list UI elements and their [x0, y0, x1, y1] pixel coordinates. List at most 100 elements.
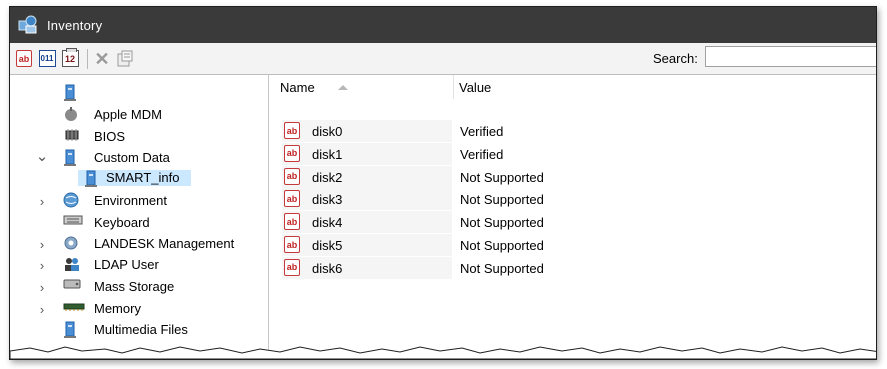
list-row[interactable]: ab disk2 Not Supported — [282, 165, 714, 188]
column-value-label: Value — [459, 79, 492, 95]
tree-item-environment[interactable]: › Environment — [10, 191, 266, 211]
gear-icon — [63, 235, 81, 253]
tree-item-memory[interactable]: › Memory — [10, 299, 266, 319]
tree-item-root[interactable] — [10, 83, 266, 103]
inventory-app-icon — [17, 14, 39, 36]
tree-item-smart-info[interactable]: SMART_info — [10, 169, 266, 189]
tree-item-apple-mdm[interactable]: Apple MDM — [10, 105, 266, 125]
row-name: disk0 — [312, 124, 343, 139]
tree-item-label: Keyboard — [94, 215, 150, 230]
title-bar: Inventory — [10, 7, 876, 43]
chevron-right-icon[interactable]: › — [36, 255, 48, 275]
tree-item-ldap-user[interactable]: › LDAP User — [10, 255, 266, 275]
properties-button[interactable] — [115, 49, 135, 69]
column-divider[interactable] — [453, 75, 454, 99]
row-name-cell-bg — [282, 165, 452, 188]
row-name: disk6 — [312, 260, 343, 276]
row-value: Verified — [460, 124, 504, 139]
tree-item-label: SMART_info — [78, 170, 192, 188]
list-row[interactable]: ab disk4 Not Supported — [282, 211, 714, 234]
tree-item-label: Apple MDM — [94, 107, 162, 122]
torn-edge — [10, 346, 876, 359]
add-binary-button[interactable]: 011 — [37, 49, 57, 69]
ab-string-icon: ab — [284, 236, 300, 253]
delete-button[interactable]: ✕ — [92, 49, 112, 69]
row-name-cell-bg — [282, 142, 452, 165]
chevron-right-icon[interactable]: › — [36, 277, 48, 297]
keyboard-icon — [63, 214, 83, 232]
row-name-cell-bg — [282, 120, 452, 142]
row-value: Not Supported — [460, 238, 544, 253]
globe-icon — [63, 192, 81, 210]
row-value: Not Supported — [460, 192, 544, 208]
chevron-right-icon[interactable]: › — [36, 191, 48, 211]
tree-item-custom-data[interactable]: ⌄ Custom Data — [10, 148, 266, 168]
row-name-cell-bg — [282, 256, 452, 279]
category-tree[interactable]: Apple MDM BIOS ⌄ Custom Data SMART_info › Envi… — [10, 75, 269, 359]
row-name: disk3 — [312, 192, 343, 208]
number-icon: 12 — [61, 48, 79, 67]
add-number-button[interactable]: 12 — [60, 48, 80, 69]
row-name: disk5 — [312, 238, 343, 253]
column-name-label: Name — [280, 79, 315, 95]
ab-string-icon: ab — [284, 258, 300, 276]
tree-item-label: Mass Storage — [94, 279, 175, 294]
list-row[interactable]: ab disk3 Not Supported — [282, 188, 714, 211]
ab-string-icon: ab — [284, 213, 300, 231]
toolbar: ab 011 12 ✕ Search: — [10, 43, 876, 75]
chevron-down-icon[interactable]: ⌄ — [36, 146, 49, 166]
tree-item-label: Environment — [94, 193, 167, 208]
row-value: Not Supported — [460, 260, 544, 276]
add-string-button[interactable]: ab — [14, 49, 34, 69]
tree-item-label: Multimedia Files — [94, 322, 188, 337]
users-icon — [63, 256, 81, 274]
row-name: disk2 — [312, 169, 343, 185]
tree-item-mass-storage[interactable]: › Mass Storage — [10, 277, 266, 297]
column-header-value[interactable]: Value — [459, 75, 491, 99]
tree-item-bios[interactable]: BIOS — [10, 127, 266, 147]
list-row[interactable]: ab disk0 Verified — [282, 120, 714, 142]
tree-item-label: LDAP User — [94, 257, 159, 272]
toolbar-separator — [87, 48, 88, 69]
list-row[interactable]: ab disk1 Verified — [282, 142, 714, 165]
row-value: Verified — [460, 146, 504, 162]
apple-icon — [63, 106, 81, 124]
search-label: Search: — [653, 51, 698, 66]
sort-ascending-icon — [337, 85, 348, 90]
list-row[interactable]: ab disk6 Not Supported — [282, 256, 714, 279]
ab-string-icon: ab — [284, 122, 300, 139]
hard-drive-icon — [63, 278, 81, 296]
tree-item-label: Memory — [94, 301, 141, 316]
chevron-right-icon[interactable]: › — [36, 234, 48, 254]
column-header-name[interactable]: Name — [280, 75, 349, 99]
computer-icon — [84, 170, 102, 188]
window-title: Inventory — [47, 17, 103, 33]
ab-string-icon: ab — [284, 190, 300, 208]
search-input[interactable] — [705, 46, 876, 67]
properties-icon — [117, 50, 133, 66]
computer-icon — [63, 84, 81, 102]
tree-item-label: BIOS — [94, 129, 126, 144]
row-name-cell-bg — [282, 188, 452, 211]
memory-icon — [63, 300, 85, 318]
row-value: Not Supported — [460, 169, 544, 185]
tree-item-label: Custom Data — [94, 150, 170, 165]
list-row[interactable]: ab disk5 Not Supported — [282, 234, 714, 256]
chevron-right-icon[interactable]: › — [36, 299, 48, 319]
row-value: Not Supported — [460, 215, 544, 231]
ab-string-icon: ab — [284, 144, 300, 162]
ab-string-icon: ab — [16, 50, 32, 67]
row-name: disk4 — [312, 215, 343, 231]
tree-item-multimedia-files[interactable]: Multimedia Files — [10, 320, 266, 340]
row-name: disk1 — [312, 146, 343, 162]
binary-icon: 011 — [38, 50, 56, 67]
inventory-window: Inventory ab 011 12 ✕ Search: Apple MDM B… — [9, 6, 877, 360]
delete-icon: ✕ — [94, 48, 110, 69]
tree-item-label: LANDESK Management — [94, 236, 235, 251]
computer-icon — [63, 321, 81, 339]
computer-icon — [63, 149, 81, 167]
tree-item-keyboard[interactable]: Keyboard — [10, 213, 266, 233]
properties-list: Name Value ab disk0 Verified ab disk1 Verifie… — [272, 75, 876, 359]
tree-item-landesk-management[interactable]: › LANDESK Management — [10, 234, 266, 254]
row-name-cell-bg — [282, 234, 452, 256]
